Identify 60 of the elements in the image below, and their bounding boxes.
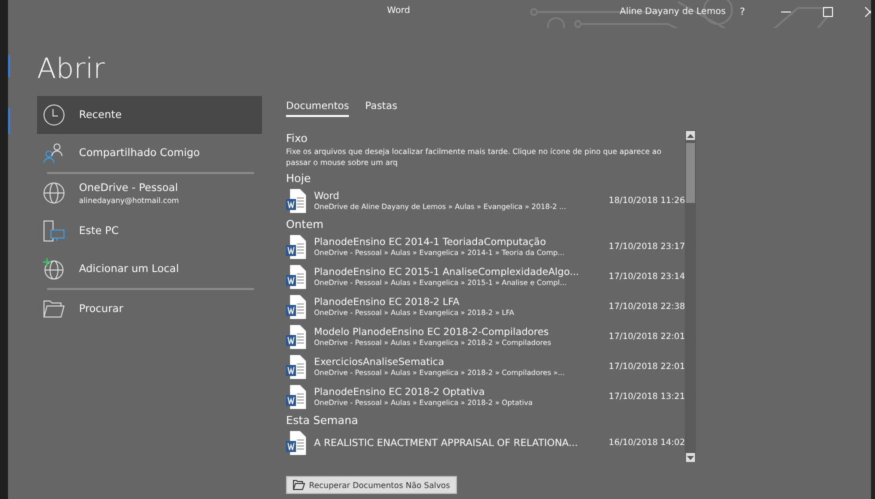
word-document-icon (286, 325, 306, 349)
section-heading: Ontem (286, 218, 324, 231)
scroll-thumb[interactable] (686, 143, 695, 203)
file-date: 17/10/2018 23:14 (608, 272, 685, 282)
word-document-icon (286, 355, 306, 379)
file-name: A REALISTIC ENACTMENT APPRAISAL OF RELATIONA... (314, 438, 579, 448)
file-date: 18/10/2018 11:26 (608, 196, 685, 206)
recover-button[interactable]: Recuperar Documentos Não Salvos (286, 476, 457, 494)
computer-icon (43, 220, 65, 242)
section-heading: Fixo (286, 132, 308, 145)
clock-icon (43, 104, 65, 126)
place-item[interactable]: Este PC (37, 212, 262, 250)
word-document-icon (286, 431, 306, 455)
word-document-icon (286, 295, 306, 319)
file-name: ExerciciosAnaliseSematica (314, 357, 446, 368)
file-date: 16/10/2018 14:02 (608, 438, 685, 448)
scroll-down-icon[interactable] (686, 453, 695, 462)
close-icon[interactable] (865, 7, 871, 17)
file-date: 17/10/2018 22:01 (608, 332, 685, 342)
people-icon (43, 142, 65, 164)
scroll-up-icon[interactable] (686, 131, 695, 140)
file-name: PlanodeEnsino EC 2018-2 Optativa (314, 387, 486, 398)
tab[interactable]: Pastas (365, 101, 398, 117)
section-heading: Esta Semana (286, 414, 360, 427)
section-heading: Hoje (286, 172, 312, 185)
word-document-icon (286, 189, 306, 213)
file-item[interactable]: A REALISTIC ENACTMENT APPRAISAL OF RELATIONA... 16/10/2018 14:02 (286, 428, 685, 458)
file-date: 17/10/2018 22:01 (608, 362, 685, 372)
word-document-icon (286, 235, 306, 259)
file-name: Word (314, 191, 340, 202)
tab[interactable]: Documentos (286, 101, 350, 117)
file-name: PlanodeEnsino EC 2015-1 AnaliseComplexidadeAlgo... (314, 267, 580, 278)
place-item[interactable]: Adicionar um Local (37, 250, 262, 288)
file-date: 17/10/2018 13:21 (608, 392, 685, 402)
place-label: Compartilhado Comigo (79, 147, 200, 159)
file-date: 17/10/2018 22:38 (608, 302, 685, 312)
file-date: 17/10/2018 23:17 (608, 242, 685, 252)
place-item[interactable]: Recente (37, 96, 262, 134)
window-title: Word (387, 6, 410, 16)
help-button[interactable]: ? (740, 6, 745, 18)
file-name: Modelo PlanodeEnsino EC 2018-2-Compiladores (314, 327, 550, 338)
place-label: Adicionar um Local (79, 263, 179, 275)
word-document-icon (286, 385, 306, 409)
folder-icon (43, 300, 65, 318)
place-label: Recente (79, 109, 122, 121)
place-label: OneDrive - Pessoal (79, 182, 179, 194)
scrollbar[interactable] (685, 130, 696, 462)
place-item[interactable]: Compartilhado Comigo (37, 134, 262, 172)
globe-icon (43, 182, 65, 204)
folder-icon (293, 480, 305, 490)
page-heading: Abrir (37, 51, 106, 87)
file-name: PlanodeEnsino EC 2014-1 TeoriadaComputação (314, 237, 547, 248)
word-document-icon (286, 265, 306, 289)
place-label: Este PC (79, 225, 119, 237)
user-name[interactable]: Aline Dayany de Lemos (620, 7, 726, 17)
maximize-icon[interactable] (823, 7, 833, 17)
place-label: Procurar (79, 303, 124, 315)
globe-add-icon (43, 258, 65, 280)
place-item[interactable]: Procurar (37, 290, 262, 328)
file-name: PlanodeEnsino EC 2018-2 LFA (314, 297, 460, 308)
